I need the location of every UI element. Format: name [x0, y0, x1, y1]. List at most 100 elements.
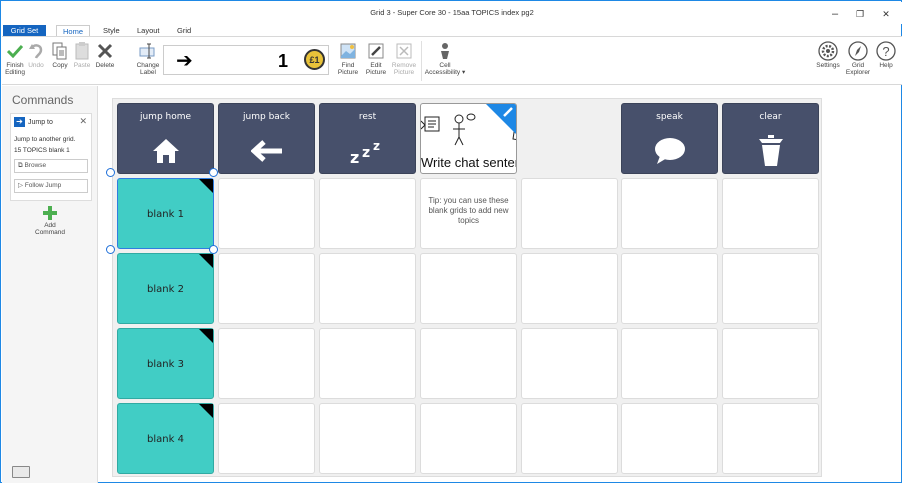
empty-cell[interactable] [420, 403, 517, 474]
empty-cell[interactable] [420, 253, 517, 324]
cell-accessibility-button[interactable]: Cell Accessibility ▾ [424, 40, 466, 76]
chat-sentence-text: Write chat sentences here. [421, 155, 516, 170]
resize-handle-top-right[interactable] [209, 168, 218, 177]
grid-explorer-button[interactable]: Grid Explorer [845, 40, 871, 76]
grid-explorer-label: Grid [851, 62, 865, 69]
jump-corner-marker [199, 254, 213, 268]
resize-handle-top-left[interactable] [106, 168, 115, 177]
remove-picture-label-2: Picture [393, 69, 415, 76]
close-button[interactable]: ✕ [876, 6, 896, 22]
browse-button[interactable]: ⧉ Browse [14, 159, 88, 173]
empty-cell[interactable] [218, 328, 315, 399]
cell-rest[interactable]: rest zzz [319, 103, 416, 174]
jump-arrow-icon: ➔ [14, 117, 25, 127]
copy-button[interactable]: Copy [49, 40, 71, 69]
cell-blank-2[interactable]: blank 2 [117, 253, 214, 324]
empty-cell[interactable] [722, 178, 819, 249]
empty-cell[interactable] [319, 178, 416, 249]
add-command-button[interactable]: Add Command [22, 206, 78, 236]
svg-text:?: ? [882, 44, 889, 59]
cell-chat-message[interactable]: Write chat sentences here. [420, 103, 517, 174]
maximize-button[interactable]: ❐ [850, 6, 870, 22]
edit-picture-label-2: Picture [365, 69, 387, 76]
jump-corner-marker [199, 329, 213, 343]
jump-corner-marker [199, 404, 213, 418]
tab-layout[interactable]: Layout [131, 25, 166, 36]
cell-blank-4[interactable]: blank 4 [117, 403, 214, 474]
svg-text:z: z [350, 148, 359, 165]
empty-cell[interactable] [621, 403, 718, 474]
finish-editing-button[interactable]: Finish Editing [5, 40, 25, 76]
label-preview-arrow: ➔ [176, 50, 193, 72]
cell-label: blank 1 [147, 209, 184, 220]
empty-cell[interactable] [521, 328, 618, 399]
svg-text:z: z [362, 145, 370, 161]
trash-icon [758, 135, 783, 166]
undo-icon [29, 44, 43, 59]
paste-button[interactable]: Paste [71, 40, 93, 69]
resize-handle-bottom-right[interactable] [209, 245, 218, 254]
cell-clear[interactable]: clear [722, 103, 819, 174]
add-command-label: Add [44, 222, 56, 229]
finish-label-2: Editing [5, 69, 25, 76]
undo-button[interactable]: Undo [25, 40, 47, 69]
follow-jump-button[interactable]: ▷ Follow Jump [14, 179, 88, 193]
cell-speak[interactable]: speak [621, 103, 718, 174]
jump-to-command-card[interactable]: ➔ Jump to ✕ Jump to another grid. 15 TOP… [10, 113, 92, 201]
label-preview-box[interactable]: ➔ 1 £1 [163, 45, 329, 75]
arrow-left-icon [250, 140, 282, 162]
remove-command-button[interactable]: ✕ [79, 116, 87, 127]
empty-cell[interactable] [722, 403, 819, 474]
cell-label: clear [759, 112, 782, 122]
browse-icon: ⧉ [18, 162, 23, 169]
settings-button[interactable]: Settings [815, 40, 841, 69]
cell-label: blank 4 [147, 434, 184, 445]
empty-cell[interactable] [521, 403, 618, 474]
tab-style[interactable]: Style [97, 25, 126, 36]
cell-tip[interactable]: Tip: you can use these blank grids to ad… [420, 178, 517, 249]
empty-cell[interactable] [218, 178, 315, 249]
empty-cell[interactable] [621, 328, 718, 399]
resize-handle-bottom-left[interactable] [106, 245, 115, 254]
edit-picture-button[interactable]: Edit Picture [364, 40, 388, 76]
ribbon-toolbar: Finish Editing Undo Copy Paste Delete Ch… [2, 36, 902, 85]
empty-cell[interactable] [621, 253, 718, 324]
find-picture-button[interactable]: Find Picture [336, 40, 360, 76]
commands-title: Commands [12, 93, 74, 107]
zzz-icon: zzz [350, 139, 380, 165]
delete-label: Delete [95, 62, 115, 69]
paste-label: Paste [73, 62, 91, 69]
keyboard-icon[interactable] [12, 466, 30, 478]
empty-cell[interactable] [722, 253, 819, 324]
tab-grid-set[interactable]: Grid Set [3, 25, 46, 36]
add-command-label-2: Command [35, 229, 65, 236]
empty-cell[interactable] [722, 328, 819, 399]
empty-cell[interactable] [319, 403, 416, 474]
cell-label: rest [358, 112, 377, 122]
finish-label: Finish [6, 62, 24, 69]
minimize-button[interactable]: – [825, 6, 845, 22]
tab-home[interactable]: Home [56, 25, 91, 36]
empty-cell[interactable] [621, 178, 718, 249]
home-icon [152, 139, 179, 163]
empty-cell[interactable] [521, 253, 618, 324]
command-target: 15 TOPICS blank 1 [14, 147, 70, 154]
empty-cell[interactable] [521, 178, 618, 249]
remove-picture-button[interactable]: Remove Picture [391, 40, 417, 76]
cell-jump-home[interactable]: jump home [117, 103, 214, 174]
empty-cell[interactable] [420, 328, 517, 399]
empty-cell[interactable] [319, 328, 416, 399]
delete-button[interactable]: Delete [93, 40, 117, 69]
cell-blank-3[interactable]: blank 3 [117, 328, 214, 399]
cell-blank-1[interactable]: blank 1 [117, 178, 214, 249]
empty-cell[interactable] [218, 253, 315, 324]
empty-cell[interactable] [319, 253, 416, 324]
speech-bubble-icon [654, 138, 685, 164]
help-button[interactable]: ? Help [874, 40, 898, 69]
checkmark-icon [7, 44, 23, 58]
change-label-button[interactable]: Change Label [135, 40, 161, 76]
cell-jump-back[interactable]: jump back [218, 103, 315, 174]
empty-cell[interactable] [218, 403, 315, 474]
follow-jump-icon: ▷ [18, 182, 23, 189]
tab-grid[interactable]: Grid [171, 25, 197, 36]
